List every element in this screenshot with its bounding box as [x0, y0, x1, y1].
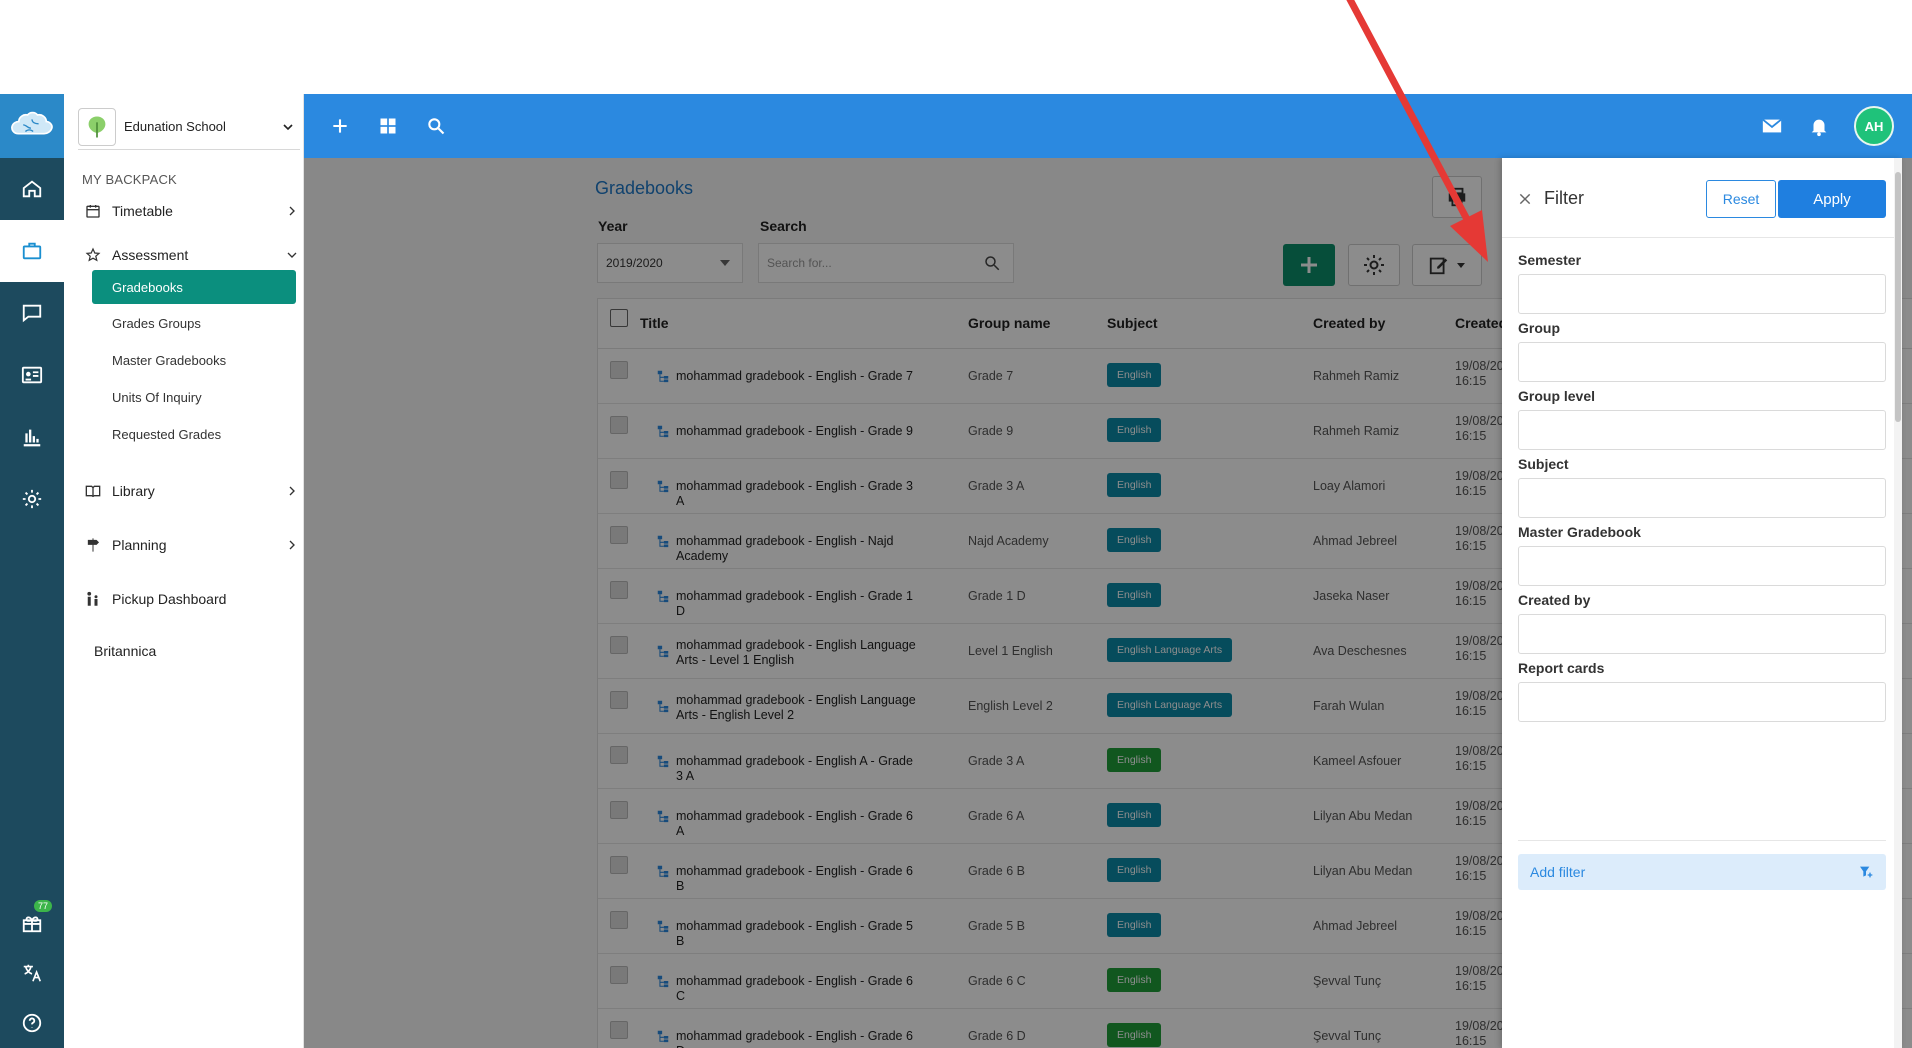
app-root: 77 Edunation School MY BACKPACK Timetabl…: [0, 0, 1912, 1048]
annotation-arrow: [1346, 0, 1488, 262]
